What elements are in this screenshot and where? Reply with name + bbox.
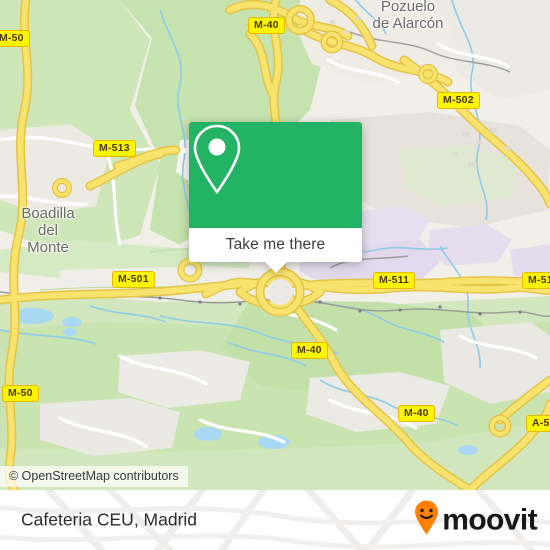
popup-pointer (264, 262, 287, 273)
popup-header (189, 122, 362, 228)
location-popup[interactable]: Take me there (189, 122, 362, 273)
place-label-boadilla: Boadilla del Monte (21, 205, 75, 256)
moovit-wordmark: moovit (442, 503, 537, 536)
popup-cta[interactable]: Take me there (189, 228, 362, 262)
road-shield-m50-sw[interactable]: M-50 (2, 385, 39, 402)
popup-cta-label: Take me there (225, 236, 326, 253)
moovit-logo[interactable]: moovit (413, 500, 538, 541)
road-shield-m40-n[interactable]: M-40 (248, 17, 285, 34)
place-label-pozuelo: Pozuelo de Alarcón (372, 0, 444, 32)
map-canvas[interactable]: Pozuelo de Alarcón Boadilla del Monte M-… (0, 0, 550, 490)
road-shield-m502[interactable]: M-502 (437, 92, 480, 109)
road-shield-m40-c[interactable]: M-40 (291, 342, 328, 359)
moovit-map-page: Pozuelo de Alarcón Boadilla del Monte M-… (0, 0, 550, 550)
road-shield-a5[interactable]: A-5 (526, 415, 550, 432)
road-shield-m51-edge[interactable]: M-51 (522, 272, 550, 289)
footer-bar: Cafeteria CEU, Madrid moovit (0, 490, 550, 550)
osm-attribution[interactable]: © OpenStreetMap contributors (0, 466, 188, 487)
road-shield-m50-nw[interactable]: M-50 (0, 30, 30, 47)
road-shield-m501[interactable]: M-501 (112, 271, 155, 288)
road-shield-m40-s[interactable]: M-40 (398, 405, 435, 422)
road-shield-m513[interactable]: M-513 (93, 140, 136, 157)
moovit-pin-icon (413, 500, 440, 541)
footer-place-title: Cafeteria CEU, Madrid (21, 509, 198, 530)
road-shield-m511[interactable]: M-511 (373, 272, 416, 289)
